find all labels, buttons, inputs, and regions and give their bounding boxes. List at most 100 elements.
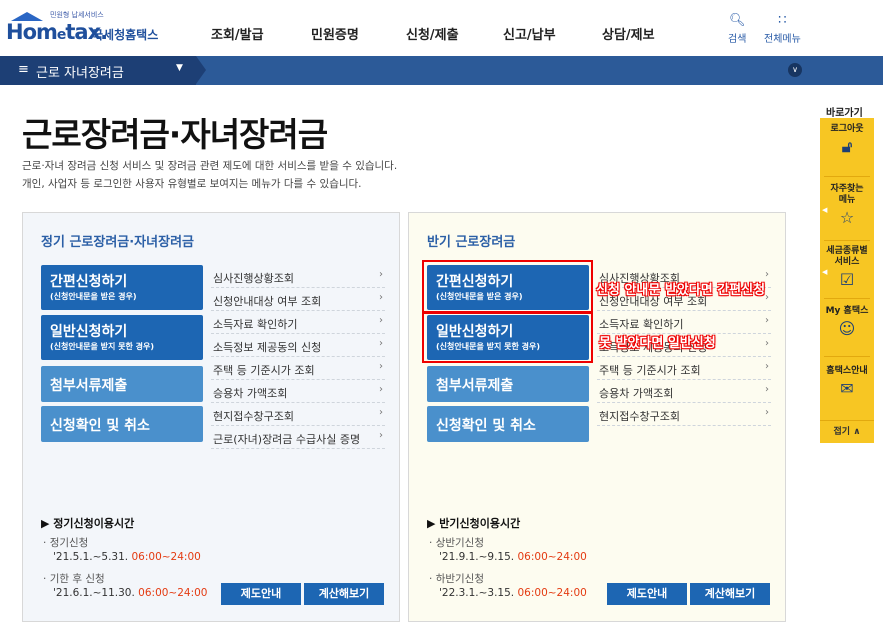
quick-close-label: 접기	[833, 427, 851, 437]
link-local-office[interactable]: 현지접수창구조회 ›	[597, 403, 771, 426]
logo-subtitle: 국세청홈택스	[92, 28, 159, 42]
check-cancel-button[interactable]: 신청확인 및 취소	[41, 406, 203, 442]
logo-tagline: 민원형 납세서비스	[50, 11, 104, 19]
all-menu-button[interactable]: ∷ 전체메뉴	[764, 14, 801, 46]
calculate-button[interactable]: 계산해보기	[690, 583, 770, 605]
simple-apply-sublabel: (신청안내문을 받은 경우)	[50, 292, 137, 301]
general-apply-sublabel: (신청안내문을 받지 못한 경우)	[50, 342, 154, 351]
location-arrow-shape	[196, 56, 206, 84]
link-receipt-certificate[interactable]: 근로(자녀)장려금 수급사실 증명 ›	[211, 426, 385, 449]
nav-inquiry[interactable]: 조회/발급	[211, 24, 264, 44]
quick-divider	[824, 176, 870, 177]
link-car-value[interactable]: 승용차 가액조회 ›	[597, 380, 771, 403]
simple-apply-button[interactable]: 간편신청하기 (신청안내문을 받은 경우)	[41, 265, 203, 310]
check-cancel-label: 신청확인 및 취소	[50, 418, 150, 434]
submit-documents-button[interactable]: 첨부서류제출	[427, 366, 589, 402]
submit-documents-button[interactable]: 첨부서류제출	[41, 366, 203, 402]
period2-time: 06:00~24:00	[517, 587, 587, 599]
link-label: 근로(자녀)장려금 수급사실 증명	[213, 433, 361, 446]
link-local-office[interactable]: 현지접수창구조회 ›	[211, 403, 385, 426]
general-apply-label: 일반신청하기	[50, 324, 128, 340]
chevron-right-icon: ›	[379, 315, 383, 326]
submit-documents-label: 첨부서류제출	[50, 378, 128, 394]
link-eligibility[interactable]: 신청안내대상 여부 조회 ›	[211, 288, 385, 311]
link-house-price[interactable]: 주택 등 기준시가 조회 ›	[597, 357, 771, 380]
nav-certificates[interactable]: 민원증명	[311, 24, 359, 44]
chevron-right-icon: ›	[765, 384, 769, 395]
link-label: 승용차 가액조회	[599, 387, 674, 400]
period1-label: · 정기신청	[43, 537, 89, 549]
link-label: 신청안내대상 여부 조회	[213, 295, 322, 308]
triangle-left-icon: ◀	[822, 268, 828, 276]
link-income-data[interactable]: 소득자료 확인하기 ›	[211, 311, 385, 334]
general-apply-button[interactable]: 일반신청하기 (신청안내문을 받지 못한 경우)	[41, 315, 203, 360]
page-title: 근로장려금·자녀장려금	[22, 115, 328, 154]
period2-schedule: '22.3.1.~3.15. 06:00~24:00	[439, 587, 587, 599]
location-dropdown[interactable]: ≡ 근로 자녀장려금 ▼	[0, 56, 196, 85]
link-income-consent[interactable]: 소득정보 제공동의 신청 ›	[211, 334, 385, 357]
quick-divider	[824, 240, 870, 241]
link-label: 소득정보 제공동의 신청	[213, 341, 322, 354]
link-label: 현지접수창구조회	[213, 410, 294, 423]
annotation-box-general	[422, 312, 593, 363]
quick-menu: 로그아웃 🔓︎ ◀ 자주찾는 메뉴 ☆ ◀ 세금종류별 서비스 ☑ My 홈택스…	[820, 118, 874, 443]
person-icon: ☺	[838, 319, 856, 338]
link-house-price[interactable]: 주택 등 기준시가 조회 ›	[211, 357, 385, 380]
hours-title-text: 정기신청이용시간	[53, 517, 135, 530]
link-income-data[interactable]: 소득자료 확인하기 ›	[597, 311, 771, 334]
system-info-button[interactable]: 제도안내	[607, 583, 687, 605]
quick-divider	[824, 298, 870, 299]
hometax-logo[interactable]: 민원형 납세서비스 Hometax. 국세청홈택스	[6, 8, 166, 48]
quick-label: 자주찾는	[830, 184, 864, 194]
chevron-right-icon: ›	[379, 361, 383, 372]
chevron-right-icon: ›	[765, 292, 769, 303]
link-review-status[interactable]: 심사진행상황조회 ›	[211, 265, 385, 288]
period1-schedule: '21.5.1.~5.31. 06:00~24:00	[53, 551, 201, 563]
quick-label: My 홈택스	[825, 306, 869, 316]
calculate-button[interactable]: 계산해보기	[304, 583, 384, 605]
quick-label-2: 메뉴	[838, 195, 856, 205]
period2-time: 06:00~24:00	[138, 587, 208, 599]
nav-apply[interactable]: 신청/제출	[406, 24, 459, 44]
period1-time: 06:00~24:00	[131, 551, 201, 563]
quick-my-hometax[interactable]: My 홈택스 ☺	[820, 306, 874, 338]
quick-close-button[interactable]: 접기 ∧	[820, 420, 874, 442]
location-current: 근로 자녀장려금	[36, 66, 124, 81]
link-label: 주택 등 기준시가 조회	[213, 364, 315, 377]
chevron-right-icon: ›	[765, 361, 769, 372]
chevron-right-icon: ›	[379, 384, 383, 395]
top-header: 민원형 납세서비스 Hometax. 국세청홈택스 조회/발급 민원증명 신청/…	[0, 0, 883, 56]
quick-logout[interactable]: 로그아웃 🔓︎	[820, 124, 874, 157]
chevron-up-icon: ∧	[853, 427, 861, 437]
quick-menu-title: 바로가기	[826, 108, 863, 119]
chevron-right-icon: ›	[765, 407, 769, 418]
quick-hometax-guide[interactable]: 홈택스안내 ✉	[820, 366, 874, 398]
system-info-button[interactable]: 제도안내	[221, 583, 301, 605]
chevron-right-icon: ›	[379, 430, 383, 441]
period2-date: '22.3.1.~3.15.	[439, 587, 515, 599]
check-cancel-button[interactable]: 신청확인 및 취소	[427, 406, 589, 442]
nav-tax-payment[interactable]: 신고/납부	[503, 24, 556, 44]
period1-date: '21.5.1.~5.31.	[53, 551, 129, 563]
panel-title: 정기 근로장려금·자녀장려금	[41, 235, 194, 250]
period2-label-text: 기한 후 신청	[49, 573, 105, 585]
search-button[interactable]: 🔍︎ 검색	[728, 14, 746, 46]
link-car-value[interactable]: 승용차 가액조회 ›	[211, 380, 385, 403]
lock-icon: 🔓︎	[841, 137, 853, 156]
link-label: 주택 등 기준시가 조회	[599, 364, 701, 377]
period1-label-text: 정기신청	[49, 537, 89, 549]
hours-title: ▶ 정기신청이용시간	[41, 517, 135, 530]
period2-label-text: 하반기신청	[435, 573, 484, 585]
quick-label: 세금종류별	[826, 246, 868, 256]
annotation-general-text: 못 받았다면 일반신청	[599, 336, 716, 351]
regular-incentive-panel: 정기 근로장려금·자녀장려금 간편신청하기 (신청안내문을 받은 경우) 일반신…	[22, 212, 400, 622]
link-label: 소득자료 확인하기	[599, 318, 684, 331]
all-menu-label: 전체메뉴	[764, 34, 801, 45]
link-label: 현지접수창구조회	[599, 410, 680, 423]
quick-tax-services[interactable]: ◀ 세금종류별 서비스 ☑	[820, 246, 874, 289]
expand-circle-icon[interactable]: ∨	[788, 63, 802, 77]
nav-consult[interactable]: 상담/제보	[602, 24, 655, 44]
chevron-right-icon: ›	[379, 338, 383, 349]
chevron-right-icon: ›	[765, 338, 769, 349]
quick-favorites[interactable]: ◀ 자주찾는 메뉴 ☆	[820, 184, 874, 227]
